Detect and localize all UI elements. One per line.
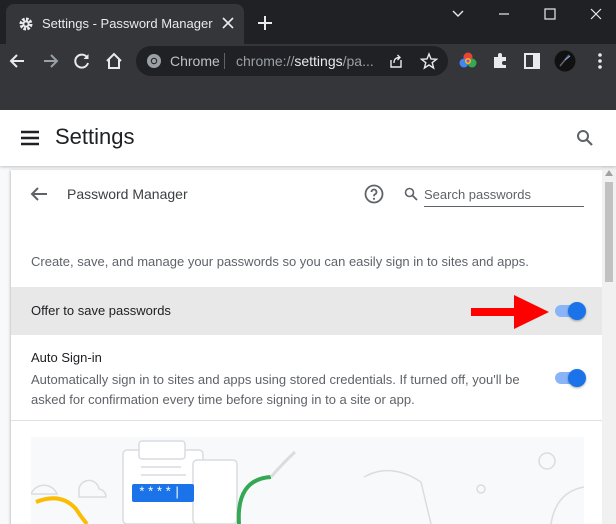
- auto-sign-in-toggle[interactable]: [553, 369, 586, 387]
- search-passwords-input[interactable]: [424, 183, 584, 207]
- hamburger-menu-icon[interactable]: [20, 129, 40, 147]
- sidebar-icon[interactable]: [522, 51, 542, 71]
- section-divider: [11, 420, 602, 421]
- offer-to-save-toggle[interactable]: [553, 302, 586, 320]
- omnibox-separator: [224, 53, 225, 69]
- page-subtitle: Password Manager: [67, 186, 188, 202]
- scrollbar[interactable]: [602, 166, 616, 524]
- browser-toolbar: Chrome chrome://settings/pa...: [0, 44, 616, 78]
- forward-icon[interactable]: [40, 51, 60, 71]
- tab-title: Settings - Password Manager: [42, 16, 213, 31]
- chevron-down-icon[interactable]: [450, 6, 466, 22]
- scroll-up-icon[interactable]: [605, 170, 613, 176]
- share-icon[interactable]: [388, 53, 404, 69]
- url-host: settings: [294, 53, 343, 69]
- search-icon[interactable]: [576, 129, 594, 147]
- password-illustration: ****|: [31, 437, 584, 524]
- page-title: Settings: [55, 124, 135, 149]
- minimize-icon[interactable]: [496, 6, 512, 22]
- bookmark-star-icon[interactable]: [420, 52, 438, 70]
- reload-icon[interactable]: [72, 51, 92, 71]
- back-arrow-icon[interactable]: [30, 186, 48, 202]
- tab-close-icon[interactable]: [220, 15, 236, 31]
- close-icon[interactable]: [588, 6, 604, 22]
- puzzle-icon[interactable]: [490, 51, 510, 71]
- new-tab-icon[interactable]: [256, 14, 274, 32]
- chrome-icon: [147, 54, 161, 68]
- bookmarks-bar: [0, 78, 616, 110]
- toggle-knob: [568, 302, 586, 320]
- scrollbar-thumb[interactable]: [605, 182, 613, 282]
- url-scheme: chrome://: [236, 53, 295, 69]
- page-description: Create, save, and manage your passwords …: [31, 254, 529, 269]
- back-icon[interactable]: [8, 51, 28, 71]
- profile-avatar[interactable]: [554, 50, 576, 72]
- toggle-knob: [568, 369, 586, 387]
- auto-sign-in-description: Automatically sign in to sites and apps …: [31, 372, 520, 407]
- gear-icon: [19, 17, 33, 31]
- title-bar: Settings - Password Manager: [0, 0, 616, 44]
- kebab-menu-icon[interactable]: [590, 51, 610, 71]
- address-bar[interactable]: Chrome chrome://settings/pa...: [136, 46, 448, 76]
- color-extension-icon[interactable]: [458, 51, 478, 71]
- auto-sign-in-title: Auto Sign-in: [31, 350, 102, 365]
- help-icon[interactable]: [364, 184, 384, 204]
- omnibox-url: chrome://settings/pa...: [236, 53, 374, 69]
- password-search-icon: [404, 187, 418, 201]
- maximize-icon[interactable]: [542, 6, 558, 22]
- url-path: /pa...: [342, 53, 374, 69]
- offer-to-save-label: Offer to save passwords: [31, 303, 171, 318]
- illustration-graphic: [31, 440, 584, 524]
- omnibox-chrome-label: Chrome: [170, 53, 220, 69]
- red-arrow-annotation: [471, 295, 549, 329]
- settings-header: Settings: [0, 110, 616, 166]
- home-icon[interactable]: [104, 51, 124, 71]
- masked-password-field: ****|: [132, 484, 194, 502]
- tab-settings[interactable]: Settings - Password Manager: [6, 4, 244, 44]
